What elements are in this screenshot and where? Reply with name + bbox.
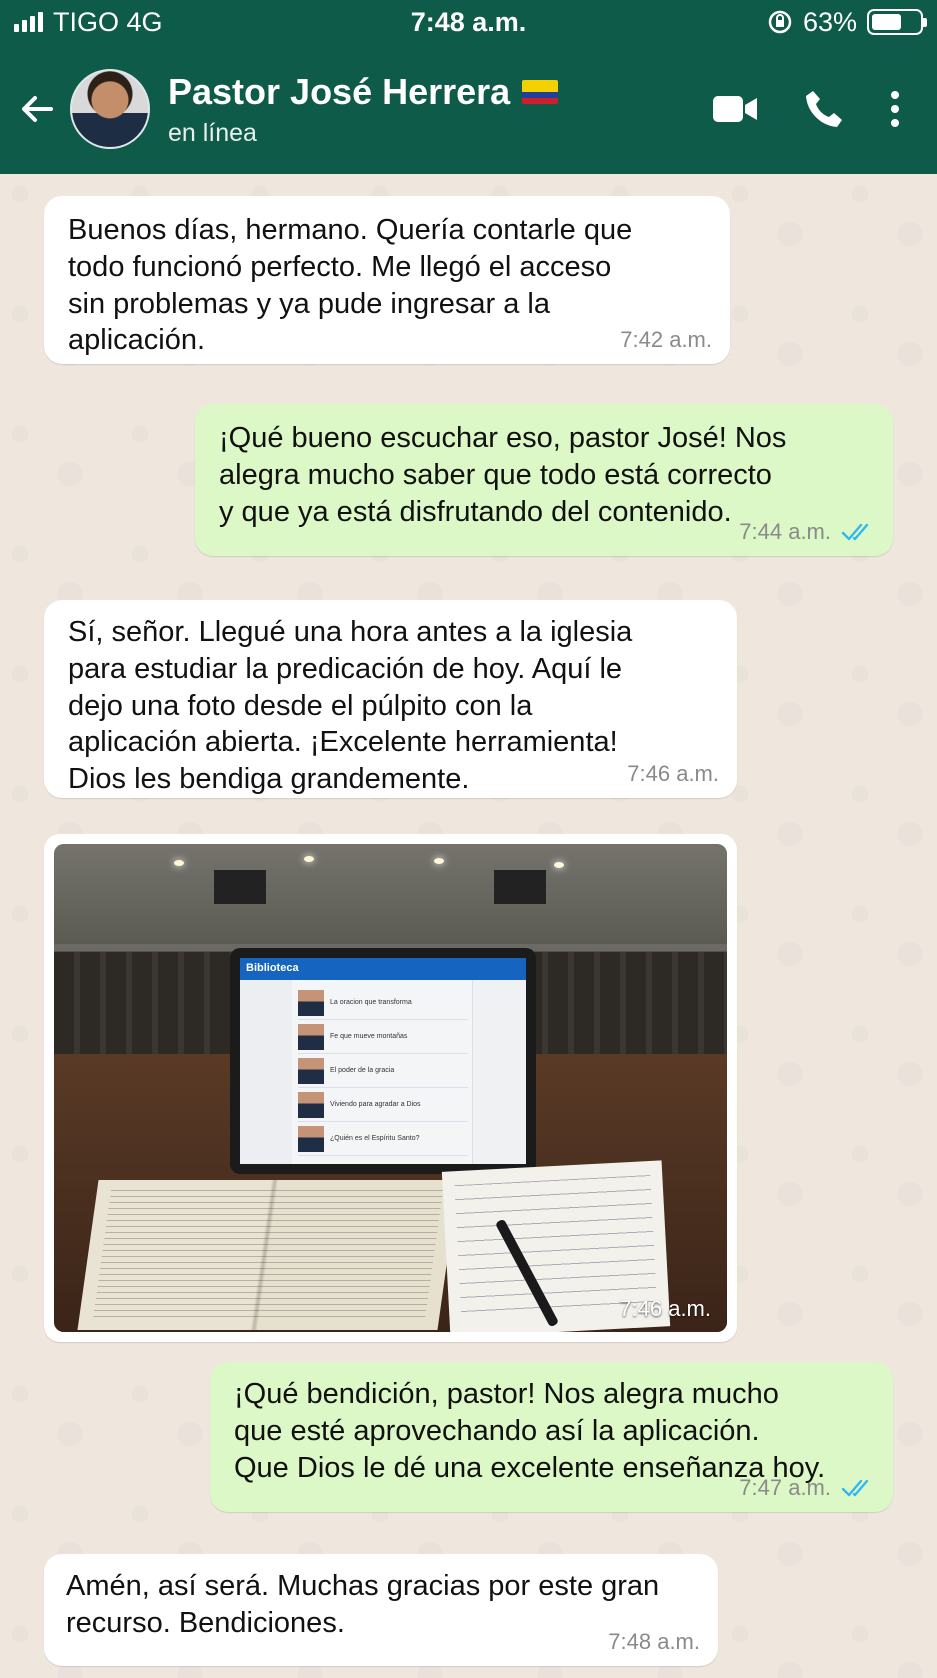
more-options-icon[interactable] bbox=[889, 89, 901, 129]
status-right: 63% bbox=[767, 6, 927, 38]
battery-fill bbox=[872, 14, 901, 30]
photo-pulpit[interactable]: Biblioteca La oracion que transforma Fe … bbox=[54, 844, 727, 1332]
message-meta: 7:48 a.m. bbox=[608, 1628, 700, 1656]
message-meta: 7:47 a.m. bbox=[739, 1474, 875, 1502]
photo-light bbox=[174, 860, 184, 866]
message-time: 7:42 a.m. bbox=[620, 327, 712, 353]
tablet-thumb bbox=[298, 1091, 324, 1118]
chat-header: Pastor José Herrera en línea bbox=[0, 44, 937, 174]
tablet-row-title: La oracion que transforma bbox=[330, 999, 412, 1006]
message-time: 7:46 a.m. bbox=[627, 761, 719, 787]
message-time: 7:44 a.m. bbox=[739, 519, 831, 545]
back-button[interactable] bbox=[6, 44, 68, 174]
message-meta: 7:42 a.m. bbox=[620, 326, 712, 354]
tablet-row-title: ¿Quién es el Espíritu Santo? bbox=[330, 1135, 420, 1142]
tablet-row-title: Viviendo para agradar a Dios bbox=[330, 1101, 421, 1108]
video-call-icon[interactable] bbox=[711, 92, 759, 126]
message-text: Buenos días, hermano. Quería contarle qu… bbox=[68, 214, 633, 357]
colombia-flag-icon bbox=[522, 79, 559, 104]
message-text: ¡Qué bendición, pastor! Nos alegra mucho… bbox=[234, 1378, 826, 1484]
photo-light bbox=[304, 856, 314, 862]
tablet-list: La oracion que transforma Fe que mueve m… bbox=[298, 986, 468, 1156]
signal-icon bbox=[14, 12, 43, 32]
tablet-row: Fe que mueve montañas bbox=[298, 1020, 468, 1054]
tablet-row-title: Fe que mueve montañas bbox=[330, 1033, 408, 1040]
message-outgoing[interactable]: ¡Qué bendición, pastor! Nos alegra mucho… bbox=[210, 1362, 893, 1512]
message-incoming[interactable]: Amén, así será. Muchas gracias por este … bbox=[44, 1554, 718, 1666]
photo-light bbox=[434, 858, 444, 864]
chat-area[interactable]: Buenos días, hermano. Quería contarle qu… bbox=[0, 174, 937, 1678]
message-time: 7:48 a.m. bbox=[608, 1629, 700, 1655]
photo-bible bbox=[77, 1180, 459, 1330]
message-text: ¡Qué bueno escuchar eso, pastor José! No… bbox=[219, 422, 787, 528]
photo-tablet: Biblioteca La oracion que transforma Fe … bbox=[230, 948, 536, 1174]
tablet-row: Viviendo para agradar a Dios bbox=[298, 1088, 468, 1122]
carrier-label: TIGO 4G bbox=[53, 6, 163, 37]
message-outgoing[interactable]: ¡Qué bueno escuchar eso, pastor José! No… bbox=[195, 404, 893, 556]
tablet-right-panel bbox=[472, 980, 526, 1164]
tablet-row: La oracion que transforma bbox=[298, 986, 468, 1020]
tablet-thumb bbox=[298, 1125, 324, 1152]
message-text: Sí, señor. Llegué una hora antes a la ig… bbox=[68, 616, 633, 796]
message-image[interactable]: Biblioteca La oracion que transforma Fe … bbox=[44, 834, 737, 1342]
phone-call-icon[interactable] bbox=[803, 88, 845, 130]
rotation-lock-icon bbox=[768, 10, 792, 34]
tablet-row: El poder de la gracia bbox=[298, 1054, 468, 1088]
header-actions bbox=[711, 88, 901, 130]
contact-status: en línea bbox=[168, 118, 257, 147]
tablet-app-name: Biblioteca bbox=[240, 958, 526, 980]
status-left: TIGO 4G bbox=[14, 7, 163, 38]
battery-percent: 63% bbox=[802, 6, 857, 37]
message-incoming[interactable]: Buenos días, hermano. Quería contarle qu… bbox=[44, 196, 730, 364]
photo-tv bbox=[494, 870, 546, 904]
read-receipt-icon bbox=[841, 1479, 869, 1497]
battery-icon bbox=[867, 9, 927, 35]
photo-ceiling bbox=[54, 844, 727, 944]
message-text: Amén, así será. Muchas gracias por este … bbox=[66, 1570, 660, 1639]
avatar[interactable] bbox=[70, 69, 150, 149]
photo-light bbox=[554, 862, 564, 868]
contact-info[interactable]: Pastor José Herrera en línea bbox=[168, 70, 559, 148]
tablet-thumb bbox=[298, 1057, 324, 1084]
message-incoming[interactable]: Sí, señor. Llegué una hora antes a la ig… bbox=[44, 600, 737, 798]
message-time: 7:47 a.m. bbox=[739, 1475, 831, 1501]
message-meta: 7:46 a.m. bbox=[627, 760, 719, 788]
tablet-thumb bbox=[298, 989, 324, 1016]
message-meta: 7:44 a.m. bbox=[739, 518, 875, 546]
contact-name: Pastor José Herrera bbox=[168, 70, 511, 112]
tablet-sidebar bbox=[240, 980, 292, 1164]
tablet-screen: Biblioteca La oracion que transforma Fe … bbox=[240, 958, 526, 1164]
tablet-thumb bbox=[298, 1023, 324, 1050]
back-arrow-icon bbox=[22, 96, 53, 122]
contact-name-row: Pastor José Herrera bbox=[168, 70, 559, 113]
status-bar: TIGO 4G 7:48 a.m. 63% bbox=[0, 0, 937, 44]
message-time: 7:46 a.m. bbox=[619, 1296, 711, 1321]
tablet-row: ¿Quién es el Espíritu Santo? bbox=[298, 1122, 468, 1156]
read-receipt-icon bbox=[841, 523, 869, 541]
tablet-row-title: El poder de la gracia bbox=[330, 1067, 395, 1074]
photo-tv bbox=[214, 870, 266, 904]
